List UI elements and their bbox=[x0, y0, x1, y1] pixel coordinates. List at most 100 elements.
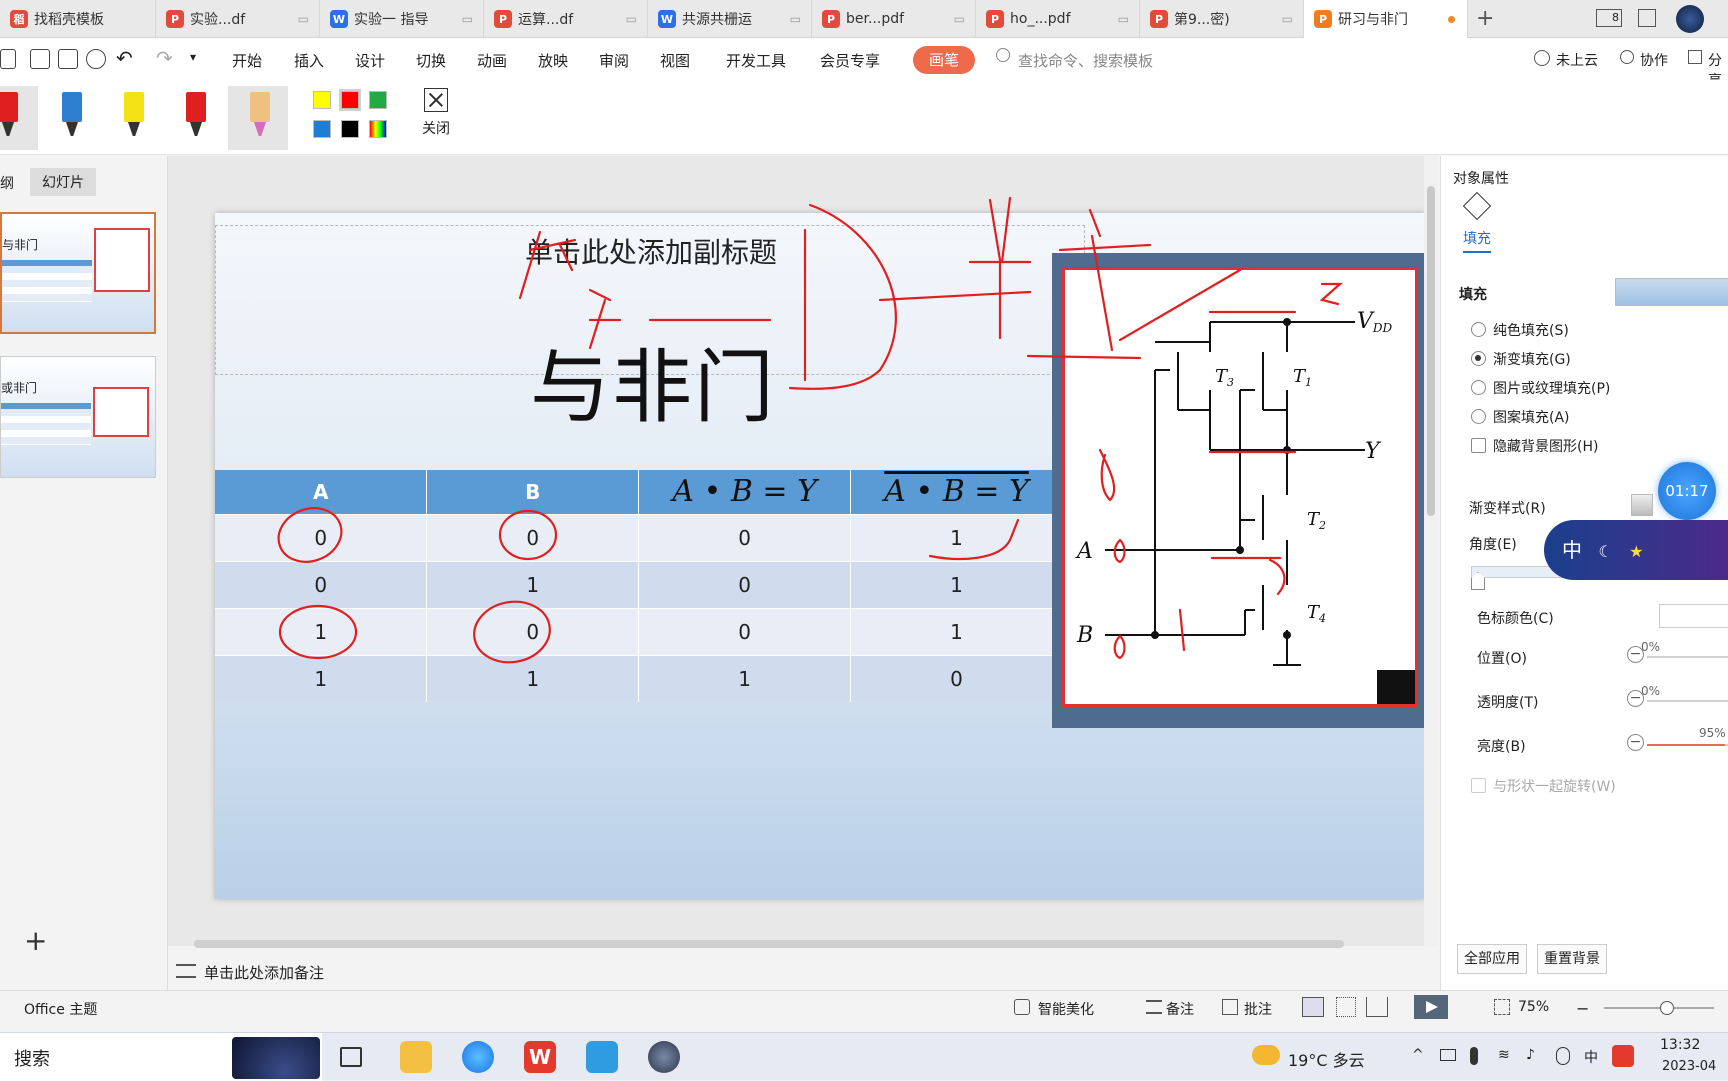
window-count-icon[interactable]: 8 bbox=[1596, 9, 1622, 27]
slide-sorter-icon[interactable] bbox=[1336, 997, 1356, 1017]
ime-star-icon[interactable]: ★ bbox=[1629, 542, 1643, 561]
picture-fill-radio[interactable] bbox=[1471, 380, 1486, 395]
reading-view-icon[interactable] bbox=[1366, 997, 1388, 1017]
wps-office-icon[interactable]: W bbox=[524, 1041, 556, 1073]
new-tab-button[interactable]: + bbox=[1476, 6, 1494, 31]
menu-developer[interactable]: 开发工具 bbox=[726, 50, 786, 71]
taskbar-search-input[interactable]: 搜索 bbox=[14, 1045, 50, 1071]
slide-thumbnail-2[interactable]: 或非门 bbox=[0, 356, 156, 478]
tab-doc[interactable]: W 共源共栅运 ▭ bbox=[648, 0, 812, 38]
tab-home[interactable]: 稻 找稻壳模板 bbox=[0, 0, 156, 38]
menu-pen-tab[interactable]: 画笔 bbox=[913, 46, 975, 74]
tab-doc[interactable]: W 实验一 指导 ▭ bbox=[320, 0, 484, 38]
play-slideshow-button[interactable] bbox=[1414, 995, 1448, 1019]
clock-time[interactable]: 13:32 bbox=[1660, 1037, 1700, 1053]
teamviewer-icon[interactable] bbox=[586, 1041, 618, 1073]
transparency-slider[interactable] bbox=[1647, 700, 1728, 702]
input-language-indicator[interactable]: 中 bbox=[1584, 1047, 1598, 1067]
taskbar-search[interactable]: 搜索 bbox=[0, 1033, 322, 1081]
red-ballpoint-pen[interactable] bbox=[164, 86, 224, 150]
position-slider[interactable] bbox=[1647, 656, 1728, 658]
edge-browser-icon[interactable] bbox=[462, 1041, 494, 1073]
normal-view-icon[interactable] bbox=[1302, 997, 1324, 1017]
zoom-out-button[interactable]: − bbox=[1576, 999, 1589, 1018]
menu-membership[interactable]: 会员专享 bbox=[820, 50, 880, 71]
file-menu-icon[interactable] bbox=[0, 49, 16, 69]
ime-language[interactable]: 中 bbox=[1562, 538, 1582, 562]
undo-icon[interactable]: ↶ bbox=[116, 46, 133, 70]
scroll-thumb[interactable] bbox=[194, 940, 1344, 948]
grid-view-icon[interactable] bbox=[1638, 9, 1656, 27]
ime-moon-icon[interactable]: ☾ bbox=[1598, 542, 1612, 561]
cmos-circuit-image[interactable]: VDD Y A B T3 T1 T2 T4 bbox=[1052, 253, 1425, 728]
picture-fill-label[interactable]: 图片或纹理填充(P) bbox=[1493, 378, 1610, 398]
gradient-fill-radio[interactable] bbox=[1471, 351, 1486, 366]
wifi-icon[interactable]: ≋ bbox=[1498, 1047, 1510, 1063]
slides-tab[interactable]: 幻灯片 bbox=[30, 168, 96, 196]
eraser-tool[interactable] bbox=[228, 86, 288, 150]
tab-close-icon[interactable]: ▭ bbox=[1282, 12, 1293, 26]
tab-close-icon[interactable]: ▭ bbox=[790, 12, 801, 26]
color-swatch-blue[interactable] bbox=[313, 120, 331, 138]
fill-tab[interactable]: 填充 bbox=[1463, 228, 1491, 253]
color-swatch-yellow[interactable] bbox=[313, 91, 331, 109]
smart-beautify-button[interactable]: 智能美化 bbox=[1038, 999, 1094, 1019]
gradient-fill-label[interactable]: 渐变填充(G) bbox=[1493, 349, 1571, 369]
slide[interactable]: 单击此处添加副标题 与非门 A B A • B = Y A • B = Y 0 … bbox=[215, 213, 1425, 899]
fit-window-icon[interactable] bbox=[1494, 999, 1510, 1015]
print-icon[interactable] bbox=[58, 49, 78, 69]
microphone-icon[interactable] bbox=[1470, 1047, 1478, 1065]
tab-doc[interactable]: P ho_...pdf ▭ bbox=[976, 0, 1140, 38]
menu-review[interactable]: 审阅 bbox=[599, 50, 629, 71]
slide-thumbnail-1[interactable]: 与非门 bbox=[0, 212, 156, 334]
hide-bg-label[interactable]: 隐藏背景图形(H) bbox=[1493, 436, 1598, 456]
avatar[interactable] bbox=[1676, 5, 1704, 33]
clock-date[interactable]: 2023-04 bbox=[1662, 1059, 1716, 1074]
menu-view[interactable]: 视图 bbox=[660, 50, 690, 71]
reset-background-button[interactable]: 重置背景 bbox=[1537, 944, 1607, 974]
add-slide-button[interactable]: + bbox=[24, 924, 47, 957]
redo-icon[interactable]: ↷ bbox=[156, 46, 173, 70]
menu-design[interactable]: 设计 bbox=[355, 50, 385, 71]
more-colors-button[interactable] bbox=[369, 120, 387, 138]
theme-name[interactable]: Office 主题 bbox=[24, 999, 97, 1019]
rotate-with-shape-checkbox[interactable] bbox=[1471, 778, 1486, 793]
slide-subtitle[interactable]: 单击此处添加副标题 bbox=[525, 231, 777, 271]
notes-toggle-button[interactable]: 备注 bbox=[1166, 999, 1194, 1019]
user-tray-icon[interactable] bbox=[1556, 1047, 1570, 1065]
vertical-scrollbar[interactable] bbox=[1424, 156, 1438, 946]
tab-close-icon[interactable]: ▭ bbox=[954, 12, 965, 26]
apply-all-button[interactable]: 全部应用 bbox=[1457, 944, 1527, 974]
color-swatch-red[interactable] bbox=[339, 89, 361, 111]
menu-animation[interactable]: 动画 bbox=[477, 50, 507, 71]
command-search-input[interactable]: 查找命令、搜索模板 bbox=[1018, 50, 1153, 71]
menu-transition[interactable]: 切换 bbox=[416, 50, 446, 71]
zoom-slider-handle[interactable] bbox=[1660, 1001, 1674, 1015]
tab-doc[interactable]: P 运算...df ▭ bbox=[484, 0, 648, 38]
gradient-style-picker[interactable] bbox=[1631, 494, 1653, 516]
tab-close-icon[interactable]: ▭ bbox=[626, 12, 637, 26]
zoom-level[interactable]: 75% bbox=[1518, 999, 1549, 1015]
fill-preview[interactable] bbox=[1615, 278, 1728, 306]
brightness-slider[interactable] bbox=[1647, 744, 1728, 746]
truth-table[interactable]: A B A • B = Y A • B = Y 0 0 0 1 0 1 0 1 … bbox=[215, 470, 1063, 702]
volume-icon[interactable]: ♪ bbox=[1526, 1047, 1535, 1063]
file-explorer-icon[interactable] bbox=[400, 1041, 432, 1073]
slide-title[interactable]: 与非门 bbox=[530, 323, 776, 439]
brightness-decrease-button[interactable]: − bbox=[1627, 734, 1644, 751]
recording-timer[interactable]: 01:17 bbox=[1658, 462, 1716, 520]
menu-home[interactable]: 开始 bbox=[232, 50, 262, 71]
scroll-thumb[interactable] bbox=[1427, 186, 1435, 516]
tab-close-icon[interactable]: ▭ bbox=[1118, 12, 1129, 26]
task-view-icon[interactable] bbox=[340, 1047, 362, 1067]
zoom-slider[interactable] bbox=[1604, 1001, 1714, 1015]
pattern-fill-radio[interactable] bbox=[1471, 409, 1486, 424]
pattern-fill-label[interactable]: 图案填充(A) bbox=[1493, 407, 1570, 427]
color-swatch-green[interactable] bbox=[369, 91, 387, 109]
rotate-with-shape-label[interactable]: 与形状一起旋转(W) bbox=[1493, 776, 1616, 796]
wps-tray-icon[interactable] bbox=[1612, 1045, 1634, 1067]
cloud-status[interactable]: 未上云 bbox=[1556, 50, 1598, 70]
comments-button[interactable]: 批注 bbox=[1244, 999, 1272, 1019]
close-pen-button[interactable]: 关闭 bbox=[418, 88, 454, 138]
tray-expand-icon[interactable]: ^ bbox=[1412, 1047, 1424, 1063]
